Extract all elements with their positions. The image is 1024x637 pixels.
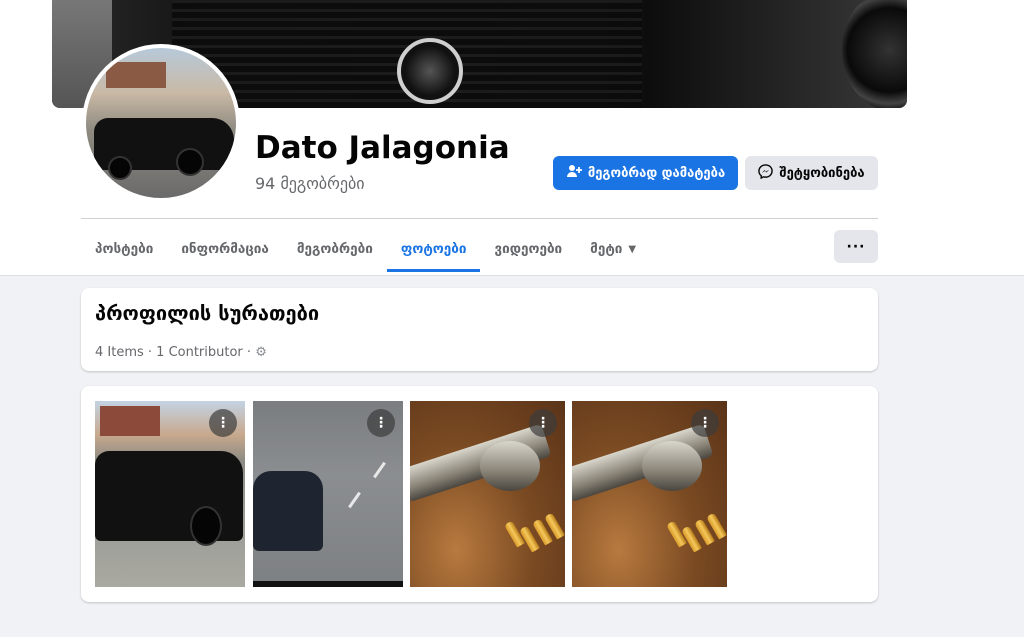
photo-menu-button[interactable]: ⋮ [209,409,237,437]
tab-posts[interactable]: პოსტები [81,228,167,270]
profile-tabs: პოსტები ინფორმაცია მეგობრები ფოტოები ვიდ… [81,228,650,274]
photo-menu-button[interactable]: ⋮ [529,409,557,437]
photo-menu-button[interactable]: ⋮ [367,409,395,437]
add-friend-icon [566,164,582,182]
gear-icon[interactable]: ⚙ [255,345,267,360]
photo-menu-button[interactable]: ⋮ [691,409,719,437]
more-options-button[interactable]: ··· [834,230,878,263]
tab-more[interactable]: მეტი ▼ [576,228,650,270]
tab-photos[interactable]: ფოტოები [386,228,481,272]
photo-thumbnail[interactable]: ⋮ [410,401,565,587]
message-button[interactable]: შეტყობინება [745,156,878,190]
add-friend-label: მეგობრად დამატება [587,165,726,181]
album-meta: 4 Items · 1 Contributor · ⚙ [95,345,267,360]
photo-thumbnail[interactable]: ⋮ [572,401,727,587]
album-title: პროფილის სურათები [95,301,320,325]
photo-thumbnail[interactable]: ⋮ [253,401,403,587]
tab-about[interactable]: ინფორმაცია [167,228,283,270]
photo-grid: ⋮ ⋮ ⋮ ⋮ [81,386,878,602]
tab-friends[interactable]: მეგობრები [283,228,387,270]
header-divider [81,218,878,219]
profile-avatar[interactable] [82,44,240,202]
tab-videos[interactable]: ვიდეოები [480,228,576,270]
messenger-icon [758,163,774,183]
friends-count[interactable]: 94 მეგობრები [255,174,365,193]
profile-name: Dato Jalagonia [255,130,510,166]
message-label: შეტყობინება [779,165,865,181]
add-friend-button[interactable]: მეგობრად დამატება [553,156,738,190]
car-headlight [397,38,463,104]
car-wheel [842,0,907,108]
album-header-card: პროფილის სურათები 4 Items · 1 Contributo… [81,288,878,371]
photo-thumbnail[interactable]: ⋮ [95,401,245,587]
caret-down-icon: ▼ [628,243,637,255]
